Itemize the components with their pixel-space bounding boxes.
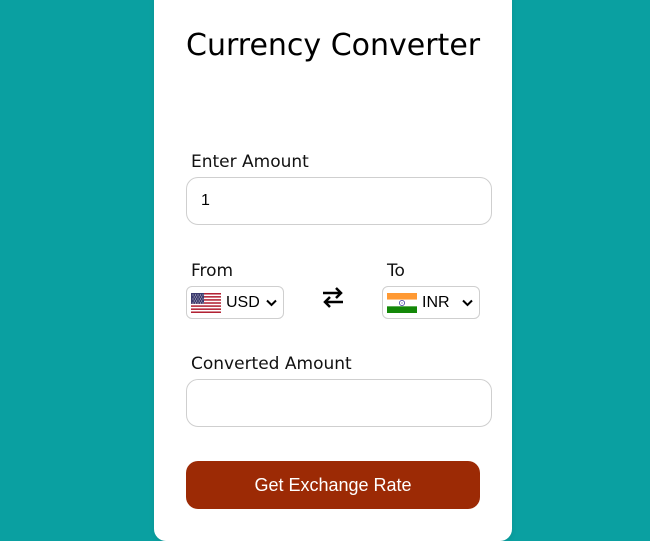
chevron-down-icon (266, 299, 277, 306)
from-label: From (191, 261, 234, 281)
amount-input[interactable] (186, 177, 492, 225)
from-currency-select[interactable]: USD (186, 286, 284, 319)
converter-card: Currency Converter Enter Amount From USD (154, 0, 512, 541)
swap-arrows-icon[interactable] (320, 284, 346, 310)
us-flag-icon (191, 292, 221, 313)
converted-amount-field[interactable] (186, 379, 492, 427)
amount-label: Enter Amount (191, 152, 309, 172)
to-currency-select[interactable]: INR (382, 286, 480, 319)
converted-amount-label: Converted Amount (191, 354, 352, 374)
page-title: Currency Converter (186, 28, 481, 63)
get-exchange-rate-button[interactable]: Get Exchange Rate (186, 461, 480, 509)
from-currency-code: USD (226, 293, 260, 311)
to-label: To (387, 261, 405, 281)
chevron-down-icon (462, 299, 473, 306)
india-flag-icon (387, 292, 417, 313)
to-currency-code: INR (422, 293, 450, 311)
